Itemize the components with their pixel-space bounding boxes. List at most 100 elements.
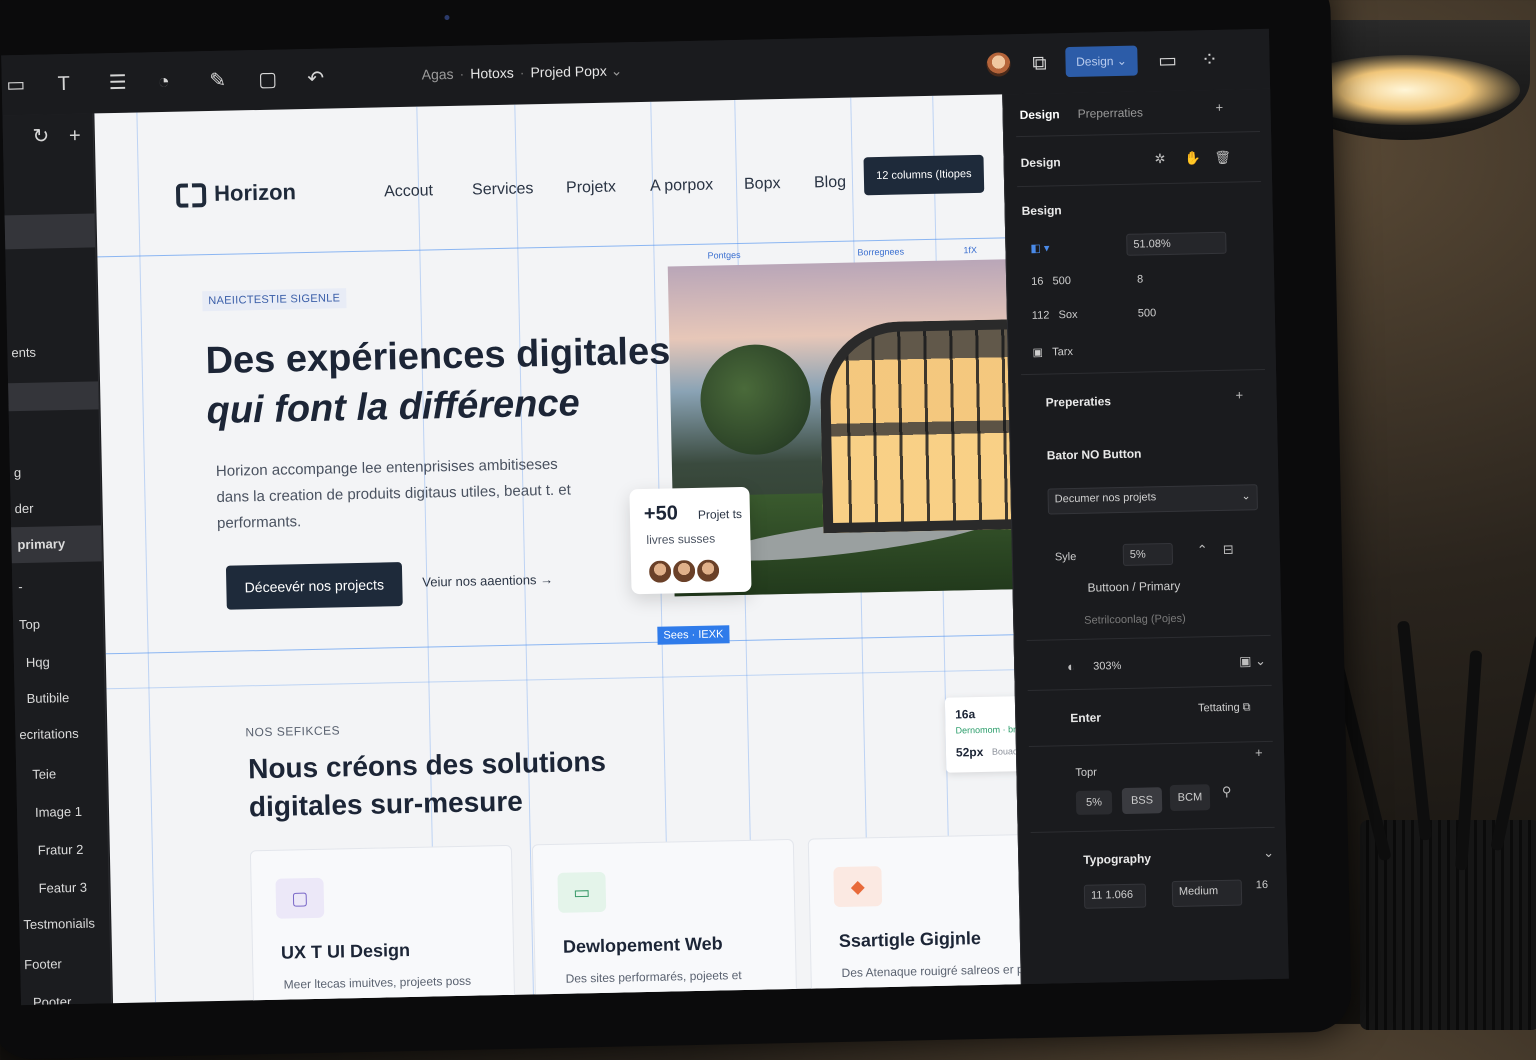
stat-label: Projet ts	[697, 506, 743, 522]
nav-link[interactable]: Bopx	[744, 175, 781, 194]
layer-item[interactable]: Pooter	[33, 994, 72, 1005]
service-title: UX T UI Design	[280, 939, 411, 963]
layer-item[interactable]: Hqg	[26, 654, 50, 669]
trash-icon[interactable]: 🗑	[1214, 150, 1231, 166]
layer-item-selected[interactable]	[4, 213, 96, 250]
prop-value-secondary[interactable]: 8	[1137, 273, 1143, 285]
design-app-window: ▭ T ☰ ◔ ✎ ▢ ↶ Agas · Hotoxs · Projed Popx ⌄ …	[1, 28, 1289, 1006]
nav-link[interactable]: A porpox	[650, 176, 714, 195]
service-card[interactable]: ▭ Dewlopement Web Des sites performarés,…	[531, 838, 798, 1006]
breadcrumb-item[interactable]: Hotoxs	[470, 65, 514, 82]
hero-secondary-link[interactable]: Veiur nos aaentions →	[422, 572, 553, 590]
style-field[interactable]: 5%	[1122, 542, 1174, 566]
layer-item-highlight[interactable]	[8, 381, 99, 412]
layer-item[interactable]: Teie	[32, 766, 56, 781]
chevron-down-icon[interactable]: ⌄	[1263, 845, 1274, 861]
prop-value-secondary[interactable]: 500	[1138, 307, 1157, 319]
component-icon[interactable]: ⊟	[1223, 542, 1234, 558]
layer-item[interactable]: ents	[11, 345, 36, 361]
divider	[1021, 368, 1266, 376]
web-icon: ▭	[557, 871, 607, 913]
preview-icon[interactable]: ▭	[1153, 47, 1182, 76]
service-card[interactable]: ◆ Ssartigle Gigjnle Des Atenaque rouigré…	[807, 833, 1022, 1006]
service-desc: Meer ltecas imuitves, projeets poss ros …	[283, 973, 472, 1006]
add-icon[interactable]: +	[61, 122, 90, 151]
grid-icon[interactable]: ⁘	[1195, 46, 1224, 75]
layout-tool-icon[interactable]: ☰	[103, 69, 132, 98]
prop-value[interactable]: 500	[1052, 275, 1071, 287]
style-label: Syle	[1054, 550, 1077, 564]
layer-item[interactable]: Featur 3	[38, 880, 87, 896]
refresh-icon[interactable]: ↻	[27, 122, 56, 151]
layer-item[interactable]: g	[14, 465, 22, 480]
prop-row[interactable]: ▣ Tarx	[1032, 345, 1073, 359]
hero-title: Des expériences digitales qui font la di…	[205, 330, 671, 433]
layer-item[interactable]: Footer	[24, 956, 62, 972]
pill-option[interactable]: BCM	[1169, 784, 1211, 812]
layer-item-primary[interactable]: primary	[17, 536, 65, 552]
nav-link[interactable]: Accout	[384, 182, 433, 201]
variant-breadcrumb: Buttoon / Primary	[1087, 578, 1181, 595]
service-desc: Des Atenaque rouigré salreos er pedt foc…	[841, 961, 1022, 1000]
service-card[interactable]: ▢ UX T UI Design Meer ltecas imuitves, p…	[249, 844, 516, 1006]
layer-item[interactable]: Testmoniails	[23, 916, 95, 932]
layer-item[interactable]: der	[15, 501, 34, 516]
stat-card: +50 Projet ts livres susses	[629, 486, 752, 595]
wand-icon[interactable]: ✲	[1154, 151, 1165, 167]
share-icon[interactable]: ⧉	[1025, 49, 1054, 78]
nav-link[interactable]: Projetx	[566, 179, 616, 198]
add-icon[interactable]: +	[1215, 100, 1223, 115]
breadcrumb-item[interactable]: Agas	[421, 66, 453, 83]
hero-primary-button[interactable]: Déceevér nos projects	[225, 562, 403, 610]
layer-item[interactable]: Top	[19, 617, 40, 632]
section-title: Typography	[1083, 851, 1152, 867]
avatar[interactable]	[986, 52, 1011, 77]
layer-item[interactable]: Butibile	[26, 690, 69, 706]
header-cta-button[interactable]: 12 columns (Itiopes	[863, 154, 985, 196]
site-logo[interactable]: Horizon	[175, 179, 296, 208]
design-canvas[interactable]: Pontges Borregnees 1fX Horizon Accout Se…	[94, 94, 1022, 1006]
design-mode-button[interactable]: Design ⌄	[1065, 45, 1138, 78]
hand-icon[interactable]: ✋	[1184, 150, 1201, 166]
size-value[interactable]: 16	[1256, 879, 1268, 891]
opacity-field[interactable]: 51.08%	[1126, 231, 1227, 256]
service-title: Ssartigle Gigjnle	[838, 928, 982, 952]
link-icon[interactable]: ⚲	[1222, 784, 1232, 800]
undo-icon[interactable]: ↶	[301, 64, 330, 93]
nav-link[interactable]: Blog	[814, 174, 846, 193]
tab-design[interactable]: Design	[1019, 107, 1059, 122]
fill-icon[interactable]: ◧ ▾	[1030, 241, 1049, 254]
chevron-down-icon[interactable]: ⌄	[610, 62, 622, 78]
font-field[interactable]: 11 1.066	[1083, 883, 1147, 909]
layer-item[interactable]: ecritations	[19, 726, 79, 742]
dropdown-icon[interactable]: ▣ ⌄	[1239, 653, 1266, 670]
layer-item[interactable]: Fratur 2	[38, 842, 84, 858]
nav-link[interactable]: Services	[472, 180, 534, 199]
frame-tool-icon[interactable]: ▭	[2, 71, 31, 100]
prop-value[interactable]: Sox	[1058, 309, 1077, 321]
pen-tool-icon[interactable]: ✎	[203, 67, 232, 96]
breadcrumb-item[interactable]: Projed Popx	[530, 63, 607, 81]
variant-select[interactable]: Decumer nos projets ⌄	[1047, 484, 1258, 515]
webcam	[444, 14, 450, 21]
strategy-icon: ◆	[833, 866, 883, 908]
pill-option[interactable]: BSS	[1121, 787, 1163, 815]
layer-item[interactable]: Image 1	[35, 804, 82, 820]
pill-option[interactable]: 5%	[1075, 790, 1113, 816]
weight-select[interactable]: Medium	[1171, 879, 1243, 908]
component-tool-icon[interactable]: ◔	[149, 68, 178, 97]
add-icon[interactable]: +	[1235, 387, 1243, 402]
settings-label: Setrilcoonlag (Pojes)	[1084, 612, 1186, 627]
add-icon[interactable]: +	[1255, 745, 1263, 760]
zoom-value[interactable]: 303%	[1093, 660, 1121, 673]
text-tool-icon[interactable]: T	[49, 70, 78, 99]
textarting-label[interactable]: Tettating ⧉	[1198, 701, 1251, 715]
layer-item[interactable]: -	[18, 579, 23, 594]
stat-number: +50	[643, 502, 679, 525]
panel-tool-icon[interactable]: ▢	[253, 65, 282, 94]
divider	[1017, 181, 1262, 188]
building	[818, 318, 1020, 534]
tab-properties[interactable]: Preperraties	[1077, 105, 1143, 120]
align-icon[interactable]: ⌃	[1197, 542, 1208, 558]
stat-sublabel: livres susses	[646, 531, 716, 547]
